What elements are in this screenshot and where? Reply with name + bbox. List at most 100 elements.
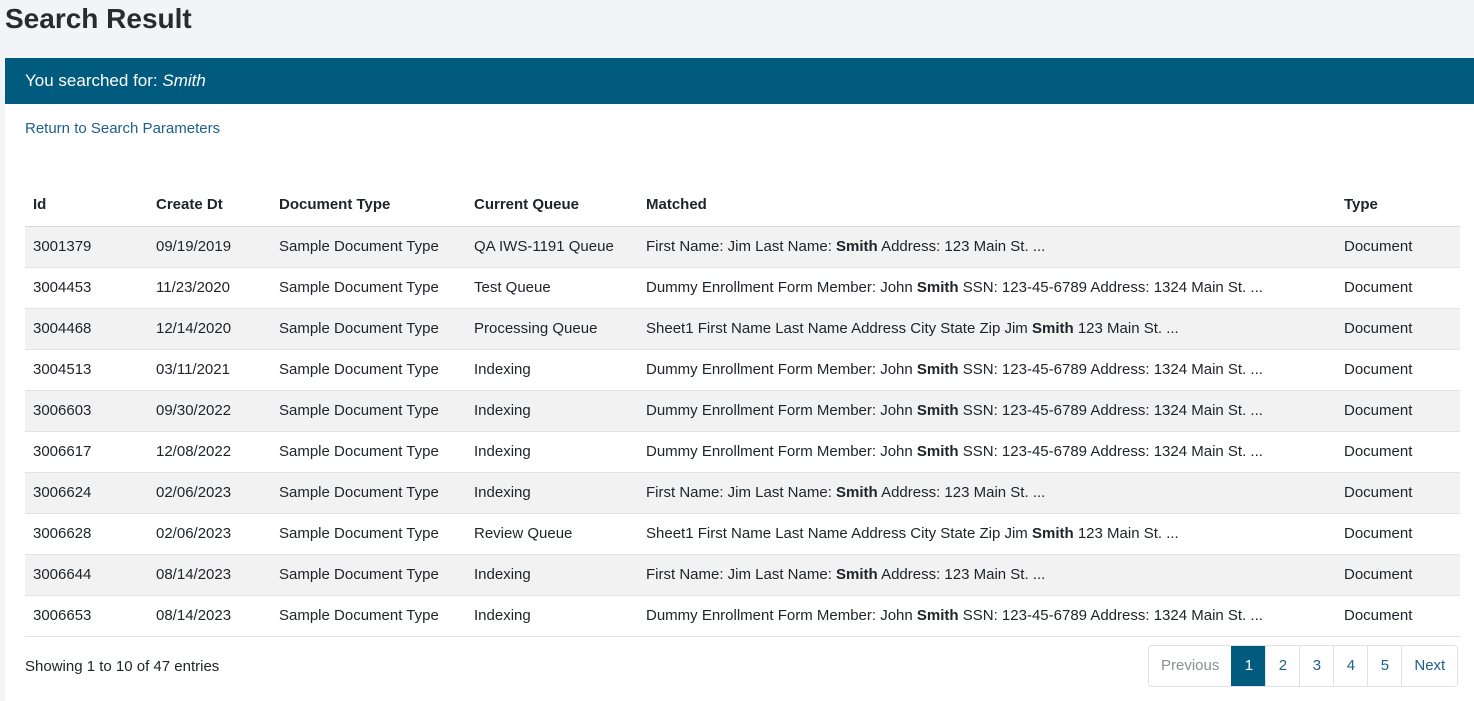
matched-after: Address: 123 Main St. ... bbox=[881, 238, 1046, 255]
matched-before: Dummy Enrollment Form Member: John bbox=[646, 443, 913, 460]
cell-current-queue: Indexing bbox=[466, 472, 638, 514]
column-header-current-queue[interactable]: Current Queue bbox=[466, 183, 638, 227]
matched-term: Smith bbox=[1031, 320, 1074, 337]
cell-id: 3006653 bbox=[25, 595, 148, 637]
matched-before: First Name: Jim Last Name: bbox=[646, 566, 832, 583]
cell-create-dt: 11/23/2020 bbox=[148, 267, 271, 309]
matched-after: SSN: 123-45-6789 Address: 1324 Main St. … bbox=[962, 279, 1263, 296]
cell-type: Document bbox=[1336, 472, 1460, 514]
cell-create-dt: 03/11/2021 bbox=[148, 349, 271, 391]
matched-after: Address: 123 Main St. ... bbox=[881, 484, 1046, 501]
next-page-button[interactable]: Next bbox=[1401, 646, 1458, 686]
cell-type: Document bbox=[1336, 308, 1460, 350]
matched-after: Address: 123 Main St. ... bbox=[881, 566, 1046, 583]
cell-current-queue: Review Queue bbox=[466, 513, 638, 555]
cell-current-queue: Indexing bbox=[466, 390, 638, 432]
results-table: Id Create Dt Document Type Current Queue… bbox=[25, 183, 1460, 637]
cell-current-queue: Indexing bbox=[466, 554, 638, 596]
matched-before: First Name: Jim Last Name: bbox=[646, 484, 832, 501]
cell-id: 3004453 bbox=[25, 267, 148, 309]
cell-id: 3004513 bbox=[25, 349, 148, 391]
cell-id: 3006624 bbox=[25, 472, 148, 514]
page-3-button[interactable]: 3 bbox=[1299, 646, 1334, 686]
column-header-matched[interactable]: Matched bbox=[638, 183, 1336, 227]
cell-create-dt: 08/14/2023 bbox=[148, 595, 271, 637]
table-row[interactable]: 3006628 02/06/2023 Sample Document Type Rev… bbox=[25, 513, 1460, 555]
cell-document-type: Sample Document Type bbox=[271, 349, 466, 391]
table-row[interactable]: 3006624 02/06/2023 Sample Document Type Ind… bbox=[25, 472, 1460, 514]
cell-create-dt: 02/06/2023 bbox=[148, 472, 271, 514]
table-header-row: Id Create Dt Document Type Current Queue… bbox=[25, 183, 1460, 227]
table-row[interactable]: 3006644 08/14/2023 Sample Document Type Ind… bbox=[25, 554, 1460, 596]
table-row[interactable]: 3006617 12/08/2022 Sample Document Type Ind… bbox=[25, 431, 1460, 473]
column-header-type[interactable]: Type bbox=[1336, 183, 1460, 227]
search-result-card: You searched for: Smith Return to Search… bbox=[5, 58, 1474, 701]
table-row[interactable]: 3006603 09/30/2022 Sample Document Type Ind… bbox=[25, 390, 1460, 432]
cell-create-dt: 12/14/2020 bbox=[148, 308, 271, 350]
cell-id: 3001379 bbox=[25, 226, 148, 268]
cell-id: 3006603 bbox=[25, 390, 148, 432]
matched-after: SSN: 123-45-6789 Address: 1324 Main St. … bbox=[962, 607, 1263, 624]
matched-after: SSN: 123-45-6789 Address: 1324 Main St. … bbox=[962, 402, 1263, 419]
page-5-button[interactable]: 5 bbox=[1367, 646, 1402, 686]
matched-term: Smith bbox=[916, 607, 959, 624]
matched-after: SSN: 123-45-6789 Address: 1324 Main St. … bbox=[962, 443, 1263, 460]
cell-matched: Dummy Enrollment Form Member: John Smith… bbox=[638, 595, 1336, 637]
table-row[interactable]: 3004468 12/14/2020 Sample Document Type Pro… bbox=[25, 308, 1460, 350]
cell-create-dt: 02/06/2023 bbox=[148, 513, 271, 555]
cell-type: Document bbox=[1336, 267, 1460, 309]
matched-before: Sheet1 First Name Last Name Address City… bbox=[646, 525, 1028, 542]
cell-id: 3006617 bbox=[25, 431, 148, 473]
table-row[interactable]: 3006653 08/14/2023 Sample Document Type Ind… bbox=[25, 595, 1460, 637]
cell-type: Document bbox=[1336, 226, 1460, 268]
pagination: Previous 1 2 3 4 5 Next bbox=[1148, 645, 1459, 687]
cell-id: 3006644 bbox=[25, 554, 148, 596]
matched-term: Smith bbox=[916, 361, 959, 378]
matched-term: Smith bbox=[916, 402, 959, 419]
page-2-button[interactable]: 2 bbox=[1265, 646, 1300, 686]
page-4-button[interactable]: 4 bbox=[1333, 646, 1368, 686]
cell-document-type: Sample Document Type bbox=[271, 267, 466, 309]
matched-before: First Name: Jim Last Name: bbox=[646, 238, 832, 255]
page-title: Search Result bbox=[5, 3, 192, 34]
page-1-button[interactable]: 1 bbox=[1231, 646, 1266, 686]
cell-matched: Dummy Enrollment Form Member: John Smith… bbox=[638, 267, 1336, 309]
cell-current-queue: Indexing bbox=[466, 595, 638, 637]
matched-term: Smith bbox=[916, 443, 959, 460]
cell-current-queue: Test Queue bbox=[466, 267, 638, 309]
cell-current-queue: Indexing bbox=[466, 431, 638, 473]
cell-current-queue: Indexing bbox=[466, 349, 638, 391]
search-summary-header: You searched for: Smith bbox=[5, 58, 1474, 104]
cell-create-dt: 08/14/2023 bbox=[148, 554, 271, 596]
entries-info: Showing 1 to 10 of 47 entries bbox=[25, 658, 220, 675]
cell-matched: Sheet1 First Name Last Name Address City… bbox=[638, 308, 1336, 350]
search-prefix: You searched for: bbox=[25, 71, 158, 90]
table-row[interactable]: 3004453 11/23/2020 Sample Document Type Tes… bbox=[25, 267, 1460, 309]
cell-id: 3004468 bbox=[25, 308, 148, 350]
cell-document-type: Sample Document Type bbox=[271, 554, 466, 596]
previous-page-button[interactable]: Previous bbox=[1149, 646, 1232, 686]
cell-type: Document bbox=[1336, 431, 1460, 473]
table-row[interactable]: 3004513 03/11/2021 Sample Document Type Ind… bbox=[25, 349, 1460, 391]
matched-term: Smith bbox=[836, 484, 878, 501]
search-term: Smith bbox=[162, 71, 206, 90]
table-row[interactable]: 3001379 09/19/2019 Sample Document Type QA … bbox=[25, 226, 1460, 268]
cell-matched: First Name: Jim Last Name: Smith Address… bbox=[638, 472, 1336, 514]
column-header-create-dt[interactable]: Create Dt bbox=[148, 183, 271, 227]
cell-matched: First Name: Jim Last Name: Smith Address… bbox=[638, 554, 1336, 596]
return-to-search-link[interactable]: Return to Search Parameters bbox=[25, 120, 220, 137]
column-header-document-type[interactable]: Document Type bbox=[271, 183, 466, 227]
column-header-id[interactable]: Id bbox=[25, 183, 148, 227]
cell-id: 3006628 bbox=[25, 513, 148, 555]
cell-matched: Sheet1 First Name Last Name Address City… bbox=[638, 513, 1336, 555]
cell-create-dt: 09/19/2019 bbox=[148, 226, 271, 268]
cell-type: Document bbox=[1336, 390, 1460, 432]
cell-document-type: Sample Document Type bbox=[271, 595, 466, 637]
cell-current-queue: Processing Queue bbox=[466, 308, 638, 350]
cell-create-dt: 09/30/2022 bbox=[148, 390, 271, 432]
matched-before: Dummy Enrollment Form Member: John bbox=[646, 607, 913, 624]
matched-after: 123 Main St. ... bbox=[1077, 320, 1179, 337]
cell-current-queue: QA IWS-1191 Queue bbox=[466, 226, 638, 268]
results-body: 3001379 09/19/2019 Sample Document Type QA … bbox=[25, 226, 1460, 637]
cell-type: Document bbox=[1336, 349, 1460, 391]
